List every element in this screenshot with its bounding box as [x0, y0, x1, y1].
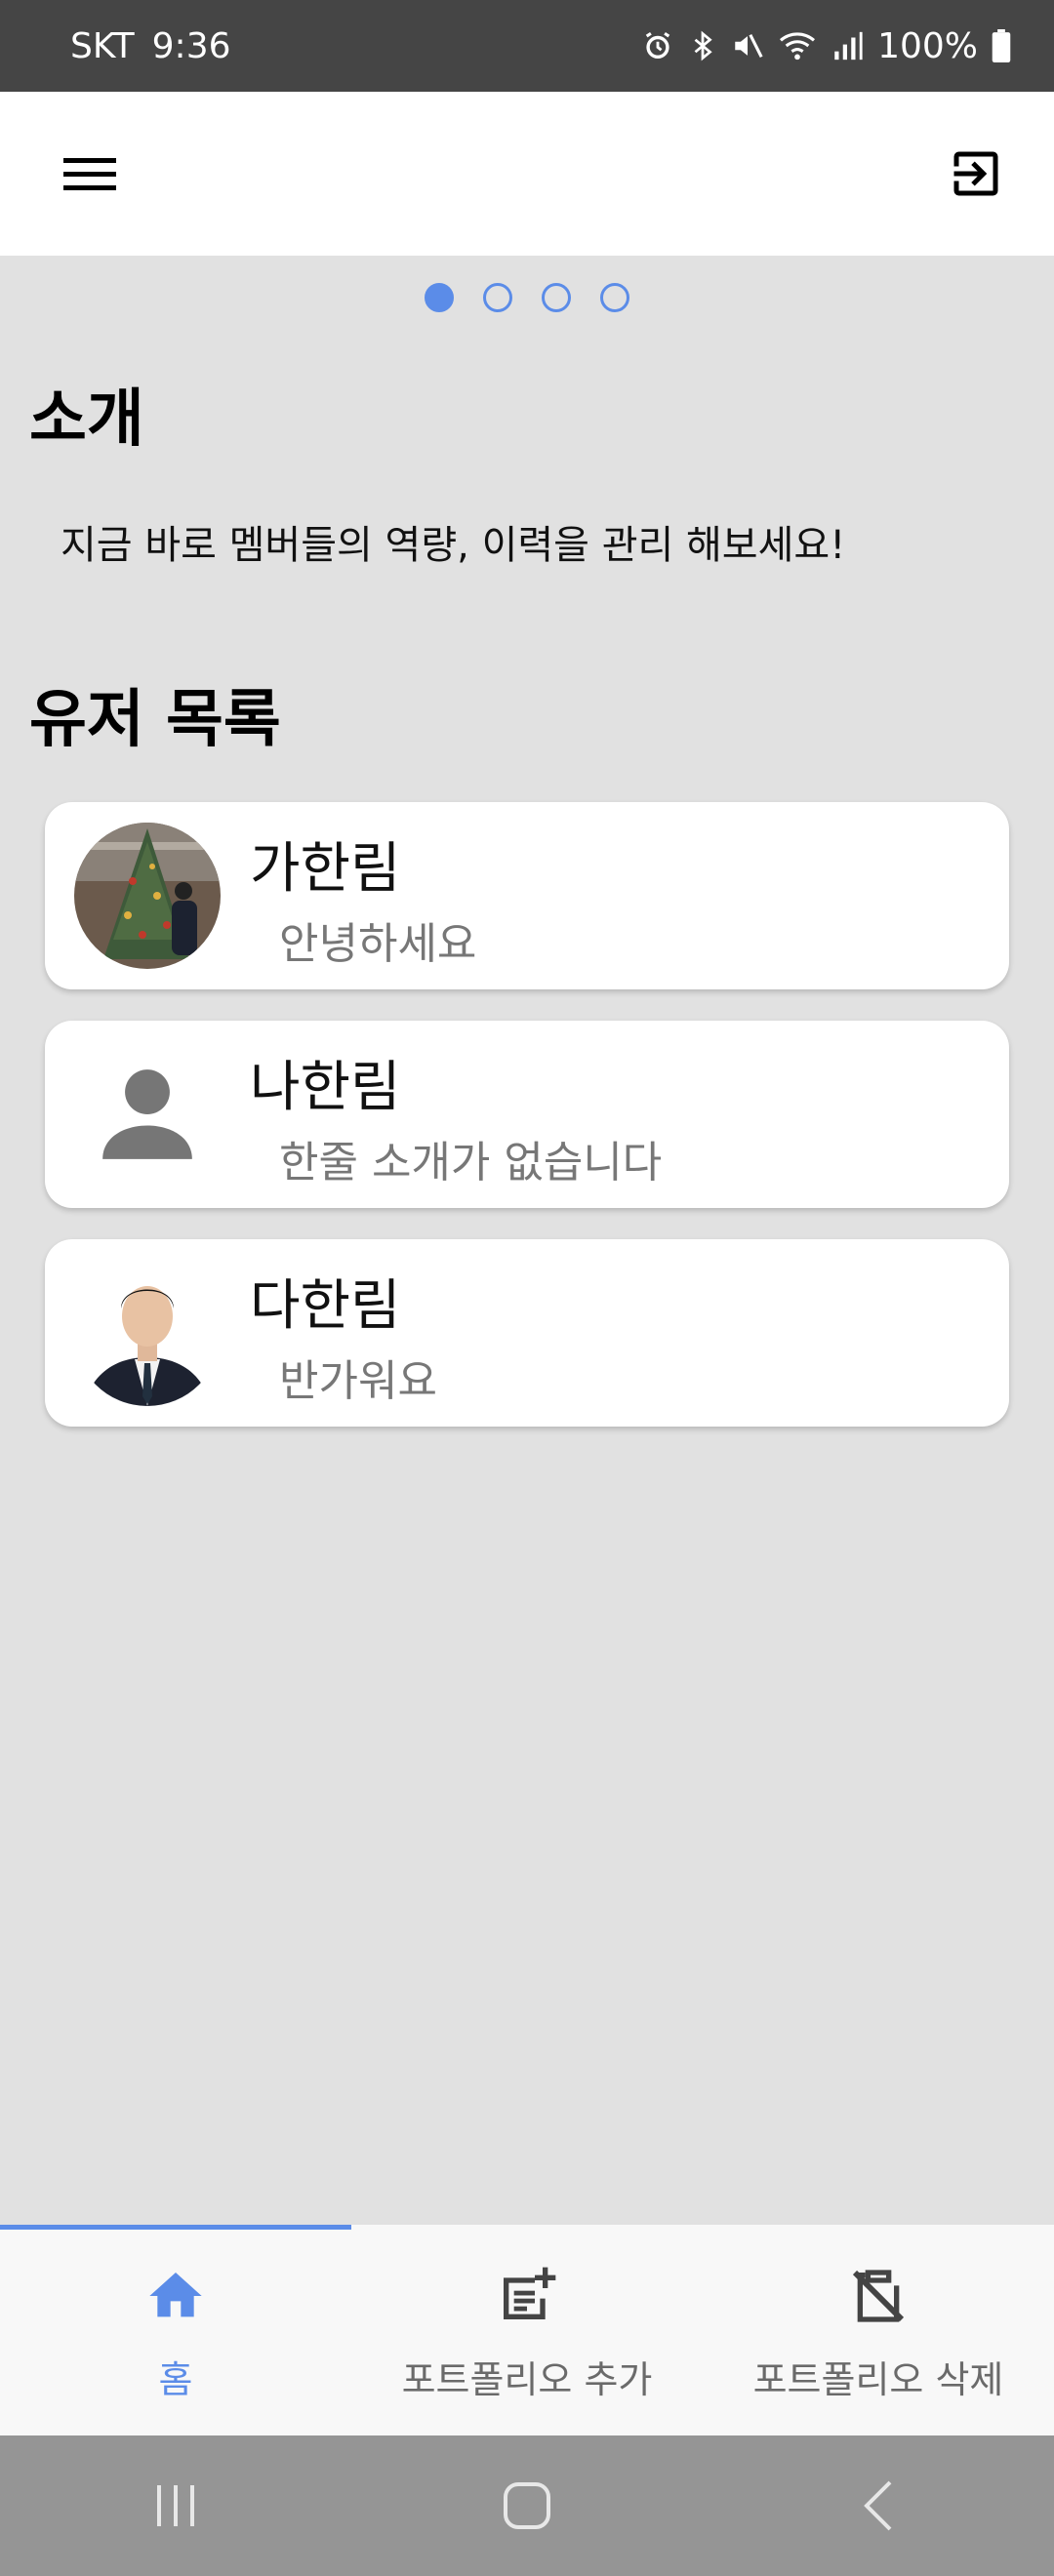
nav-item-delete-portfolio[interactable]: 포트폴리오 삭제	[703, 2225, 1054, 2435]
user-text: 나한림 한줄 소개가 없습니다	[250, 1041, 1009, 1187]
user-card[interactable]: 다한림 반가워요	[45, 1239, 1009, 1427]
page-indicator	[0, 283, 1054, 312]
recent-apps-icon[interactable]	[117, 2457, 234, 2555]
nav-label: 포트폴리오 삭제	[752, 2358, 1004, 2401]
user-text: 다한림 반가워요	[250, 1260, 1009, 1406]
intro-title: 소개	[29, 383, 144, 456]
home-button-icon[interactable]	[468, 2457, 586, 2555]
battery-label: 100%	[877, 25, 978, 66]
signal-icon	[831, 29, 864, 62]
note-add-icon	[493, 2262, 561, 2330]
intro-text: 지금 바로 멤버들의 역량, 이력을 관리 해보세요!	[61, 523, 846, 568]
user-list-title: 유저 목록	[29, 684, 281, 756]
bottom-navigation: 홈 포트폴리오 추가 포트폴리오 삭제	[0, 2225, 1054, 2435]
alarm-icon	[641, 29, 674, 62]
app-bar	[0, 92, 1054, 256]
user-card[interactable]: 나한림 한줄 소개가 없습니다	[45, 1021, 1009, 1208]
user-bio: 안녕하세요	[279, 919, 477, 969]
page-dot-4[interactable]	[600, 283, 629, 312]
user-name: 다한림	[250, 1274, 401, 1338]
system-navigation-bar	[0, 2435, 1054, 2576]
user-name: 가한림	[250, 837, 401, 901]
page-dot-3[interactable]	[542, 283, 571, 312]
page-dot-1[interactable]	[425, 283, 454, 312]
active-tab-indicator	[0, 2225, 351, 2230]
avatar-photo	[74, 823, 221, 969]
back-icon[interactable]	[820, 2457, 937, 2555]
page-dot-2[interactable]	[483, 283, 512, 312]
nav-label: 포트폴리오 추가	[401, 2358, 653, 2401]
clipboard-off-icon	[844, 2262, 912, 2330]
logout-exit-icon[interactable]	[937, 135, 1015, 213]
nav-item-home[interactable]: 홈	[0, 2225, 351, 2435]
status-left: SKT 9:36	[70, 26, 231, 66]
mute-icon	[731, 29, 764, 62]
wifi-icon	[778, 29, 817, 62]
user-name: 나한림	[250, 1056, 401, 1119]
status-bar: SKT 9:36 100%	[0, 0, 1054, 92]
nav-label: 홈	[158, 2358, 193, 2401]
user-bio: 반가워요	[279, 1356, 437, 1406]
user-list: 가한림 안녕하세요 나한림 한줄 소개가 없습니다 다한림 반가워요	[45, 802, 1009, 1458]
user-bio: 한줄 소개가 없습니다	[279, 1138, 663, 1187]
bluetooth-icon	[688, 29, 717, 62]
home-icon	[142, 2262, 210, 2330]
screen: SKT 9:36 100% 소개 지금 바로 멤버들의 역량, 이력을 관리 해…	[0, 0, 1054, 2576]
battery-icon	[992, 29, 1011, 62]
user-card[interactable]: 가한림 안녕하세요	[45, 802, 1009, 989]
status-right: 100%	[641, 26, 1011, 66]
hamburger-menu-icon[interactable]	[51, 135, 129, 213]
avatar-photo	[74, 1260, 221, 1406]
default-person-icon	[74, 1041, 221, 1187]
user-text: 가한림 안녕하세요	[250, 823, 1009, 969]
nav-item-add-portfolio[interactable]: 포트폴리오 추가	[351, 2225, 703, 2435]
clock-label: 9:36	[151, 25, 231, 66]
carrier-label: SKT	[70, 25, 135, 66]
